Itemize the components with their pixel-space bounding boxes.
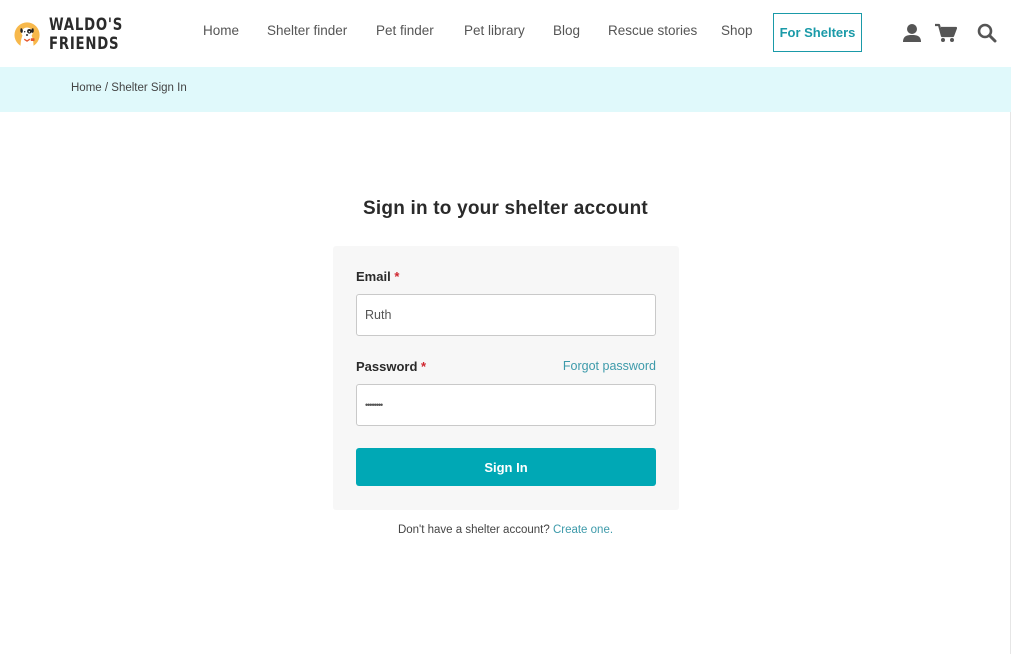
page: WALDO'S FRIENDS Home Shelter finder Pet … xyxy=(0,0,1011,654)
nav-home[interactable]: Home xyxy=(203,23,239,38)
breadcrumb-current: Shelter Sign In xyxy=(111,82,187,94)
brand-wordmark: WALDO'S FRIENDS xyxy=(49,16,123,54)
required-marker: * xyxy=(394,269,400,284)
password-input[interactable] xyxy=(356,384,656,426)
create-account-prompt: Don't have a shelter account? Create one… xyxy=(0,524,1011,536)
logo-link[interactable]: WALDO'S FRIENDS xyxy=(14,8,144,62)
sign-in-button[interactable]: Sign In xyxy=(356,448,656,486)
password-label-text: Password xyxy=(356,359,418,374)
brand-name-line2: FRIENDS xyxy=(49,34,120,54)
search-button[interactable] xyxy=(976,22,998,44)
page-title: Sign in to your shelter account xyxy=(363,198,648,219)
forgot-password-link[interactable]: Forgot password xyxy=(563,359,656,373)
email-label-text: Email xyxy=(356,269,391,284)
cart-button[interactable] xyxy=(935,22,957,44)
create-account-period: . xyxy=(609,524,614,536)
email-input[interactable] xyxy=(356,294,656,336)
nav-rescue-stories[interactable]: Rescue stories xyxy=(608,23,697,38)
signin-form: Email * Password * Forgot password Sign … xyxy=(333,246,679,510)
breadcrumb-home-link[interactable]: Home xyxy=(71,82,102,94)
nav-pet-finder[interactable]: Pet finder xyxy=(376,23,434,38)
nav-shop[interactable]: Shop xyxy=(721,23,753,38)
site-header: WALDO'S FRIENDS Home Shelter finder Pet … xyxy=(0,0,1011,67)
create-account-link[interactable]: Create one xyxy=(553,524,610,536)
required-marker: * xyxy=(421,359,427,374)
nav-pet-library[interactable]: Pet library xyxy=(464,23,525,38)
for-shelters-button[interactable]: For Shelters xyxy=(773,13,862,52)
brand-name-line1: WALDO'S xyxy=(49,15,124,35)
search-icon xyxy=(977,23,997,43)
cart-icon xyxy=(935,23,957,42)
create-account-text: Don't have a shelter account? xyxy=(397,524,553,536)
password-label: Password * xyxy=(356,359,426,374)
user-icon xyxy=(903,24,921,42)
nav-shelter-finder[interactable]: Shelter finder xyxy=(267,23,347,38)
breadcrumb-trail: Home / Shelter Sign In xyxy=(71,82,187,94)
nav-blog[interactable]: Blog xyxy=(553,23,580,38)
dog-logo-icon xyxy=(14,22,40,48)
breadcrumb: Home / Shelter Sign In xyxy=(0,67,1011,112)
breadcrumb-separator: / xyxy=(101,82,112,94)
account-button[interactable] xyxy=(901,22,923,44)
email-label: Email * xyxy=(356,269,399,284)
